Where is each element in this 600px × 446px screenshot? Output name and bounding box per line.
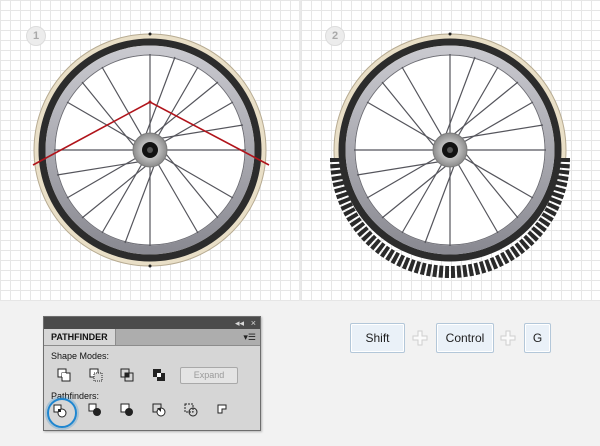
panel-titlebar[interactable]: ◂◂ × [44,317,260,329]
expand-button[interactable]: Expand [180,367,238,384]
wheel-illustration-1 [32,32,270,268]
exclude-icon[interactable] [152,368,166,382]
wheel-illustration-2 [330,32,570,278]
key-g: G [524,323,551,353]
minus-front-icon[interactable] [89,368,103,382]
plus-icon [500,330,516,346]
outline-icon[interactable] [184,403,198,417]
tab-pathfinder[interactable]: PATHFINDER [44,329,116,345]
merge-icon[interactable] [120,403,134,417]
minus-back-icon[interactable] [214,403,228,417]
panel-tab-row: PATHFINDER ▾☰ [44,329,260,346]
trim-icon[interactable] [88,403,102,417]
close-icon[interactable]: × [251,317,256,329]
pathfinder-panel: ◂◂ × PATHFINDER ▾☰ Shape Modes: Expand P… [43,316,261,431]
key-shift: Shift [350,323,405,353]
unite-icon[interactable] [57,368,71,382]
crop-icon[interactable] [152,403,166,417]
collapse-icon[interactable]: ◂◂ [235,317,244,329]
shape-modes-label: Shape Modes: [51,351,110,361]
artboard-step-1: 1 [0,0,299,301]
artboard-step-2: 2 [301,0,600,301]
divide-icon[interactable] [53,404,67,418]
plus-icon [412,330,428,346]
intersect-icon[interactable] [120,368,134,382]
panel-menu-icon[interactable]: ▾☰ [243,332,256,343]
key-control: Control [436,323,494,353]
